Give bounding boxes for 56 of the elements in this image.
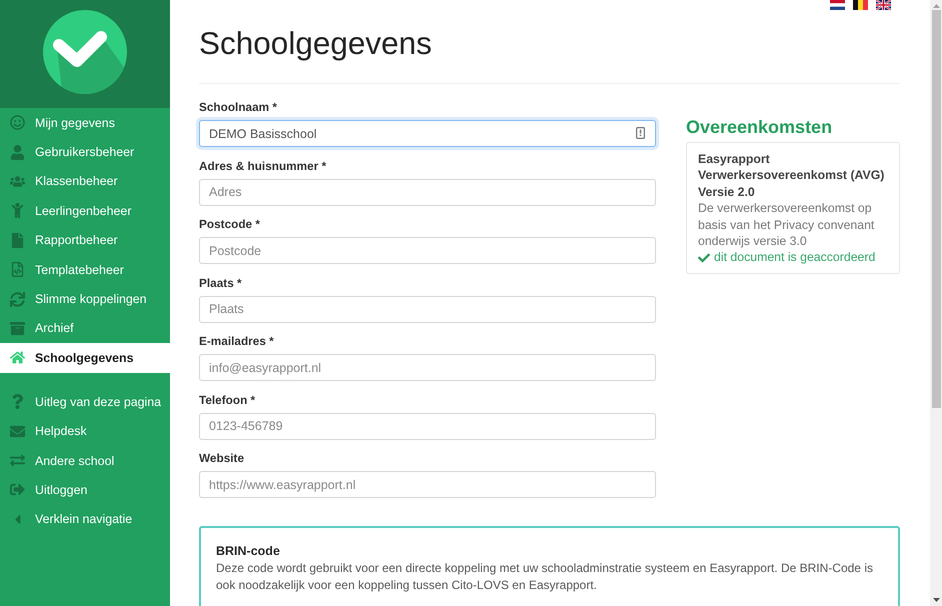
field-label: E-mailadres * [199,333,274,349]
home-icon [10,350,25,366]
nav-item[interactable]: Slimme koppelingen [0,284,170,314]
code-file-icon [10,262,25,278]
swap-arrows-icon [10,453,25,468]
nav-item[interactable]: Archief [0,314,170,344]
smiley-icon [10,115,25,130]
file-icon [10,232,25,248]
check-logo-icon [43,10,127,94]
contact-card-icon[interactable] [636,127,645,139]
archive-icon [10,320,25,336]
flag-icon[interactable] [853,0,868,10]
panel-text: Deze code wordt gebruikt voor een directe koppeling met uw schooladminstratie systeem en Easyrapport. De BRIN-Code is ook noodzakelijk voor een koppeling tussen Cito-LOVS en Easyrapport. [216,560,874,594]
exit-arrow-icon [10,482,25,498]
text-field[interactable]: Postcode [199,237,656,264]
nav-item[interactable]: Leerlingenbeheer [0,196,170,226]
text-field[interactable]: info@easyrapport.nl [199,354,656,381]
field-label: Adres & huisnummer * [199,158,326,174]
text-field[interactable]: https://www.easyrapport.nl [199,471,656,498]
flag-icon[interactable] [830,0,845,10]
field-label: Postcode * [199,216,260,232]
nav-item[interactable]: Uitloggen [0,475,170,505]
nav-item[interactable]: Uitleg van deze pagina [0,387,170,416]
user-icon [10,144,25,160]
text-field[interactable]: Plaats [199,296,656,322]
refresh-icon [10,292,25,307]
users-icon [10,174,25,189]
flag-icon[interactable] [876,0,891,10]
status-text: dit document is geaccordeerd [714,249,876,266]
field-label: Schoolnaam * [199,99,278,115]
agreement-description: De verwerkersovereenkomst op basis van het Privacy convenant onderwijs versie 3.0 [698,200,876,250]
question-icon [10,394,25,410]
down-arrow-icon[interactable] [932,598,940,602]
nav-item[interactable]: Mijn gegevens [0,108,170,138]
text-field[interactable]: 0123-456789 [199,412,656,440]
scrollbar-track[interactable] [930,0,942,606]
field-label: Plaats * [199,274,242,290]
nav-item[interactable]: Gebruikersbeheer [0,137,170,167]
page-title: Schoolgegevens [199,25,432,61]
nav-item[interactable]: Helpdesk [0,416,170,446]
nav-item[interactable]: Templatebeheer [0,254,170,284]
child-icon [10,203,25,218]
section-heading: Overeenkomsten [686,116,832,138]
nav-item[interactable]: Schoolgegevens [0,343,170,373]
text-field[interactable]: DEMO Basisschool [199,120,656,147]
field-label: Website [199,450,244,466]
nav-item[interactable]: Verklein navigatie [0,504,170,534]
scrollbar-thumb[interactable] [932,10,940,408]
panel-title: BRIN-code [216,543,280,560]
field-label: Telefoon * [199,392,256,408]
nav-item[interactable]: Klassenbeheer [0,166,170,196]
nav-item[interactable]: Andere school [0,446,170,476]
text-field[interactable]: Adres [199,178,656,206]
envelope-icon [10,424,25,439]
agreement-title: Easyrapport Verwerkersovereenkomst (AVG) Versie 2.0 [698,151,886,200]
nav-item[interactable]: Rapportbeheer [0,226,170,255]
